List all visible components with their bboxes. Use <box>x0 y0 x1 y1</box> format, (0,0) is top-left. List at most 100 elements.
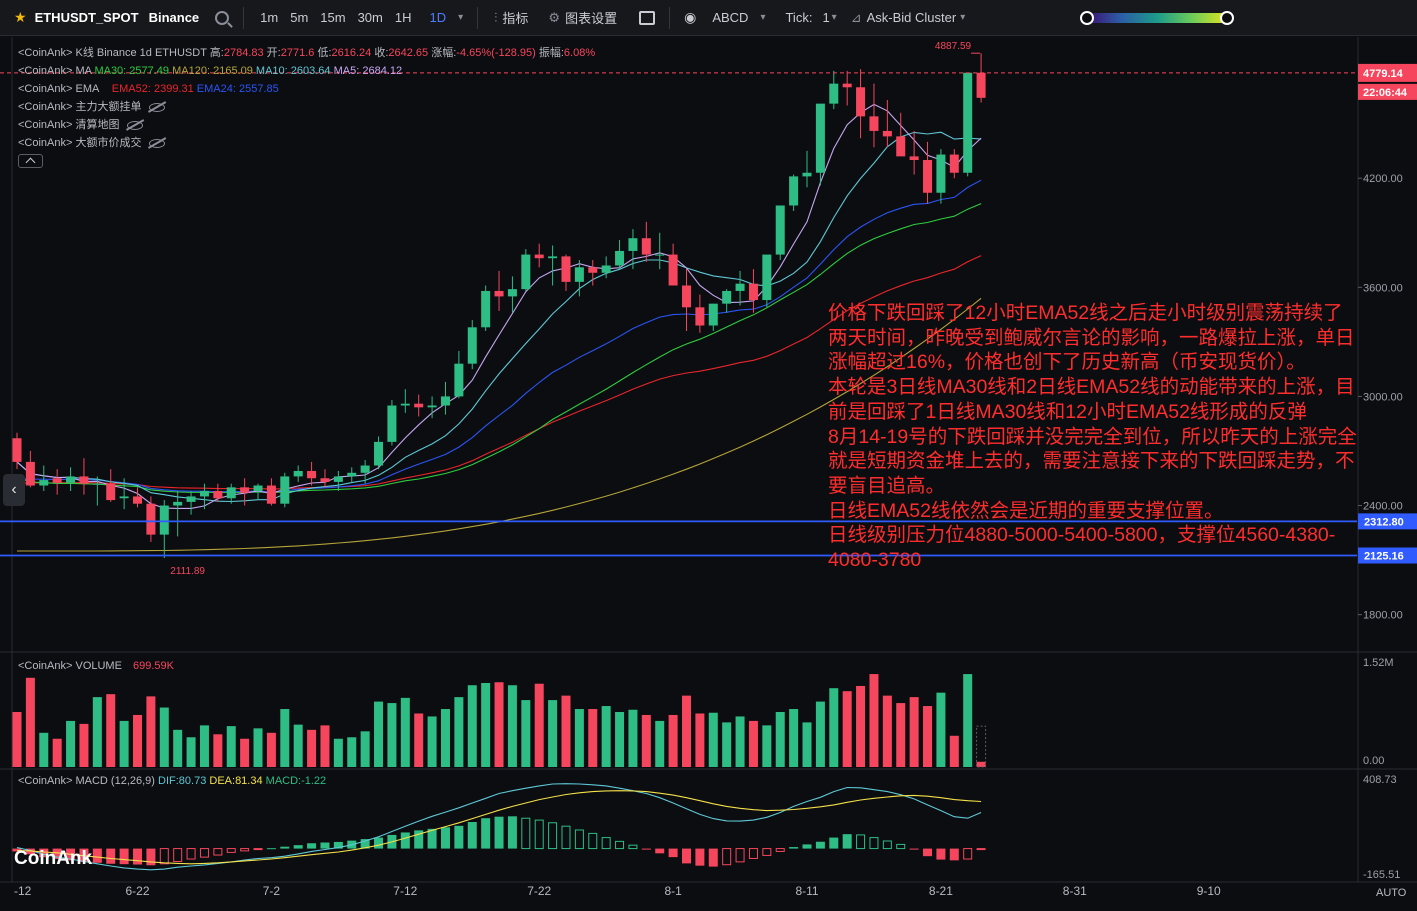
macd-bar <box>240 848 250 852</box>
macd-bar <box>521 817 531 850</box>
volume-bar <box>775 711 785 767</box>
legend-ma10: MA10: 2603.64 <box>255 65 331 77</box>
legend-liquidation-label: <CoinAnk> 清算地图 <box>18 119 120 131</box>
fullscreen-icon[interactable] <box>639 10 656 25</box>
candle-body <box>815 103 825 173</box>
volume-bar <box>79 723 89 767</box>
volume-legend-value: 699.59K <box>133 660 174 672</box>
volume-bar <box>454 697 464 767</box>
legend-ma: <CoinAnk> MA MA30: 2577.49 MA120: 2165.0… <box>18 64 402 78</box>
price-tick-label: 3600.00 <box>1363 282 1403 294</box>
volume-bar <box>400 697 410 767</box>
volume-bar <box>387 703 397 767</box>
candle-body <box>682 285 691 308</box>
macd-bar <box>400 832 410 849</box>
volume-bar <box>119 720 129 767</box>
macd-bar <box>280 846 290 849</box>
gradient-min-handle[interactable] <box>1080 11 1094 25</box>
volume-bar <box>762 725 772 767</box>
macd-bar <box>789 847 799 849</box>
search-icon[interactable] <box>215 10 230 25</box>
candle-body <box>534 254 544 259</box>
candle-body <box>119 496 129 499</box>
interval-5m[interactable]: 5m <box>290 10 308 25</box>
collapse-legend-button[interactable] <box>18 154 43 168</box>
macd-bar <box>307 843 317 849</box>
candle-body <box>574 267 584 282</box>
volume-bar <box>507 685 517 767</box>
interval-1m[interactable]: 1m <box>260 10 278 25</box>
volume-bar <box>748 720 758 767</box>
coinank-watermark: CoinAnk <box>14 848 93 869</box>
volume-bar <box>440 709 450 767</box>
volume-bar <box>146 696 156 767</box>
candle-body <box>494 290 504 297</box>
eye-off-icon[interactable] <box>149 138 166 148</box>
current-price-label: 4779.14 <box>1363 68 1404 80</box>
volume-bar <box>882 695 892 767</box>
macd-bar <box>253 848 263 851</box>
volume-bar <box>133 714 143 767</box>
macd-bar <box>548 822 558 850</box>
eye-icon[interactable]: ◉ <box>684 9 696 26</box>
interval-1d[interactable]: 1D <box>430 10 447 25</box>
symbol-name[interactable]: ETHUSDT_SPOT <box>35 10 139 25</box>
cluster-selector[interactable]: ⊿ Ask-Bid Cluster ▾ <box>851 10 966 26</box>
macd-bar <box>159 848 169 865</box>
volume-bar <box>722 722 732 767</box>
time-tick-label: 6-22 <box>125 884 149 898</box>
time-tick-label: 7-22 <box>527 884 551 898</box>
candle-body <box>856 87 866 117</box>
legend-orders: <CoinAnk> 主力大额挂单 <box>18 100 166 114</box>
tick-selector[interactable]: Tick: 1 ▾ <box>785 10 836 25</box>
interval-15m[interactable]: 15m <box>320 10 345 25</box>
candle-body <box>882 130 892 137</box>
candle-body <box>440 396 450 406</box>
eye-off-icon[interactable] <box>149 102 166 112</box>
interval-30m[interactable]: 30m <box>358 10 383 25</box>
candle-body <box>159 505 169 535</box>
favorite-star-icon[interactable]: ★ <box>14 9 27 26</box>
auto-scale-button[interactable]: AUTO <box>1376 887 1406 899</box>
volume-tick-label: 1.52M <box>1363 657 1394 669</box>
macd-bar <box>976 848 986 851</box>
candle-body <box>507 289 517 297</box>
macd-bar <box>266 848 276 850</box>
chart-settings-button[interactable]: ⚙ 图表设置 <box>548 8 617 27</box>
volume-bar <box>293 724 303 767</box>
interval-chevron-down-icon[interactable]: ▾ <box>458 12 463 23</box>
macd-bar <box>708 848 718 867</box>
macd-bar <box>106 848 116 864</box>
abcd-selector[interactable]: ABCD ▾ <box>712 10 765 25</box>
support-price-label: 2125.16 <box>1364 551 1404 563</box>
volume-bar <box>548 700 558 767</box>
eye-off-icon[interactable] <box>127 120 144 130</box>
gradient-max-handle[interactable] <box>1220 11 1234 25</box>
scroll-left-button[interactable]: ‹ <box>3 474 25 506</box>
macd-bar <box>440 827 450 849</box>
volume-bar <box>641 714 651 767</box>
volume-bar <box>534 683 544 767</box>
cluster-label: Ask-Bid Cluster <box>866 10 957 25</box>
volume-bar <box>253 728 263 767</box>
candle-body <box>963 72 973 173</box>
candle-body <box>240 487 250 493</box>
candle-body <box>66 476 76 483</box>
candle-body <box>186 496 196 502</box>
volume-bar <box>695 713 705 767</box>
macd-bar <box>802 844 812 849</box>
candle-body <box>374 441 384 466</box>
volume-bar <box>909 697 919 767</box>
macd-bar <box>695 848 705 866</box>
candle-body <box>106 483 116 501</box>
volume-bar <box>199 725 209 767</box>
candle-body <box>722 290 732 304</box>
high-marker-label: 4887.59 <box>935 41 972 52</box>
toolbar-divider <box>669 6 671 29</box>
macd-bar <box>186 848 196 860</box>
chart-area[interactable]: 4200.00 3600.00 3000.00 2400.00 1800.00 1.52M… <box>0 37 1417 911</box>
price-tick-label: 3000.00 <box>1363 391 1403 403</box>
heatmap-gradient-slider[interactable] <box>1086 13 1228 23</box>
indicators-button[interactable]: ⫶ 指标 <box>494 8 528 27</box>
interval-1h[interactable]: 1H <box>395 10 412 25</box>
